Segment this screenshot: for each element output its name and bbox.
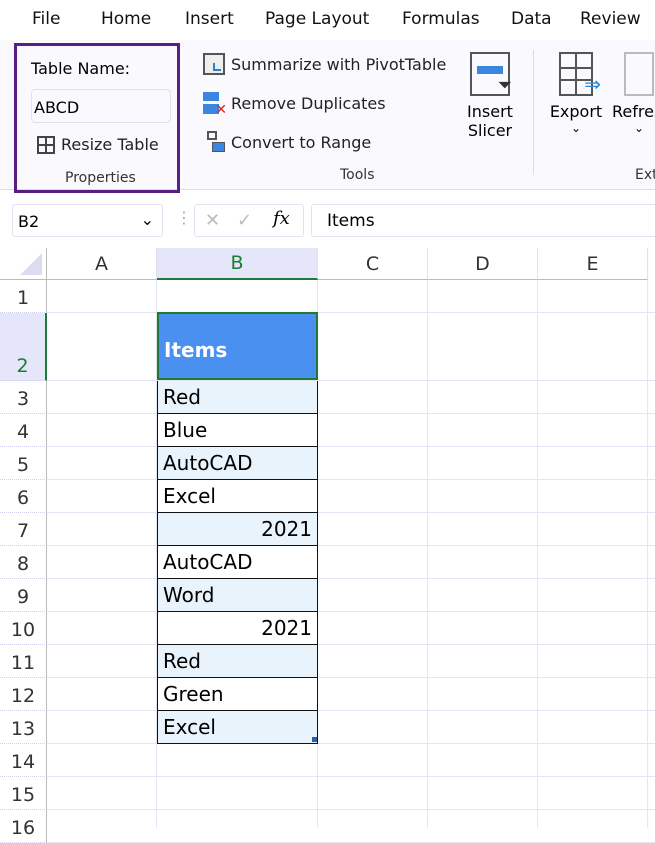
gridline: [47, 776, 655, 777]
chevron-down-icon: ⌄: [634, 121, 645, 135]
convert-to-range-button[interactable]: Convert to Range: [203, 131, 371, 153]
tools-group-label: Tools: [340, 167, 375, 183]
row-header-8[interactable]: 8: [0, 546, 47, 579]
tab-insert[interactable]: Insert: [185, 9, 234, 29]
row-header-6[interactable]: 6: [0, 480, 47, 513]
tab-page-layout[interactable]: Page Layout: [265, 9, 369, 29]
gridline: [47, 743, 655, 744]
row-header-15[interactable]: 15: [0, 777, 47, 810]
row-header-7[interactable]: 7: [0, 513, 47, 546]
chevron-down-icon: ⌄: [140, 210, 154, 229]
row-header-13[interactable]: 13: [0, 711, 47, 744]
row-header-14[interactable]: 14: [0, 744, 47, 777]
row-header-5[interactable]: 5: [0, 447, 47, 480]
column-header-E[interactable]: E: [538, 248, 648, 280]
gridline: [47, 545, 655, 546]
row-header-4[interactable]: 4: [0, 414, 47, 447]
gridline: [47, 677, 655, 678]
tab-formulas[interactable]: Formulas: [402, 9, 480, 29]
table-cell[interactable]: Excel: [157, 480, 318, 513]
row-header-10[interactable]: 10: [0, 612, 47, 645]
name-box[interactable]: B2 ⌄: [12, 204, 163, 237]
refresh-button[interactable]: Refres ⌄: [612, 52, 655, 135]
chevron-down-icon: ⌄: [570, 121, 582, 135]
formula-buttons: ✕ ✓ fx: [194, 204, 304, 237]
row-header-1[interactable]: 1: [0, 280, 47, 313]
column-header-C[interactable]: C: [318, 248, 428, 280]
table-header-cell[interactable]: Items: [157, 312, 318, 380]
column-header-B[interactable]: B: [157, 248, 318, 280]
gridline: [47, 479, 655, 480]
table-cell[interactable]: Red: [157, 645, 318, 678]
gridline: [47, 611, 655, 612]
row-header-2[interactable]: 2: [0, 313, 47, 381]
column-header-A[interactable]: A: [47, 248, 157, 280]
select-all-button[interactable]: [0, 248, 47, 280]
enter-icon[interactable]: ✓: [237, 210, 252, 231]
export-icon: ⇒: [559, 52, 601, 96]
column-header-D[interactable]: D: [428, 248, 538, 280]
table-cell[interactable]: AutoCAD: [157, 546, 318, 579]
table-cell[interactable]: Excel: [157, 711, 318, 744]
table-name-label: Table Name:: [31, 59, 131, 78]
row-header-12[interactable]: 12: [0, 678, 47, 711]
table-cell[interactable]: Word: [157, 579, 318, 612]
tab-file[interactable]: File: [32, 9, 60, 29]
table-cell[interactable]: Green: [157, 678, 318, 711]
tab-review[interactable]: Review: [580, 9, 641, 29]
table-cell[interactable]: Blue: [157, 414, 318, 447]
pivot-table-icon: [203, 53, 225, 75]
gridline: [647, 280, 648, 828]
gridline: [47, 644, 655, 645]
tab-data[interactable]: Data: [511, 9, 552, 29]
row-header-9[interactable]: 9: [0, 579, 47, 612]
remove-duplicates-icon: ✕: [203, 92, 227, 118]
gridline: [47, 578, 655, 579]
external-group-label: Ext: [635, 167, 655, 183]
gridline: [47, 710, 655, 711]
gridline: [537, 280, 538, 828]
summarize-pivot-button[interactable]: Summarize with PivotTable: [203, 53, 446, 75]
formula-bar: B2 ⌄ ⋮ ✕ ✓ fx Items: [0, 200, 655, 240]
export-button[interactable]: ⇒ Export ⌄: [548, 52, 604, 135]
table-resize-handle[interactable]: [312, 737, 317, 742]
row-header-3[interactable]: 3: [0, 381, 47, 414]
table-cell[interactable]: 2021: [157, 513, 318, 546]
cancel-icon[interactable]: ✕: [205, 210, 220, 231]
drag-handle-icon[interactable]: ⋮: [176, 208, 192, 227]
gridline: [47, 809, 655, 810]
table-cell[interactable]: 2021: [157, 612, 318, 645]
resize-table-icon: [37, 135, 55, 154]
table-name-input[interactable]: ABCD: [31, 89, 171, 123]
table-cell[interactable]: Red: [157, 381, 318, 414]
gridline: [47, 446, 655, 447]
row-header-11[interactable]: 11: [0, 645, 47, 678]
refresh-icon: [624, 52, 654, 96]
gridline: [47, 512, 655, 513]
gridline: [47, 413, 655, 414]
resize-table-button[interactable]: Resize Table: [37, 135, 159, 154]
insert-function-button[interactable]: fx: [273, 208, 290, 229]
gridline: [47, 380, 655, 381]
remove-duplicates-button[interactable]: ✕ Remove Duplicates: [203, 92, 386, 118]
group-divider: [533, 50, 534, 175]
insert-slicer-button[interactable]: ⏷ Insert Slicer: [462, 52, 518, 152]
gridline: [427, 280, 428, 828]
convert-range-icon: [203, 131, 225, 153]
gridline: [47, 312, 655, 313]
slicer-icon: ⏷: [470, 52, 512, 96]
table-cell[interactable]: AutoCAD: [157, 447, 318, 480]
properties-group-label: Properties: [65, 170, 136, 186]
properties-group: Table Name: ABCD Resize Table Properties: [14, 43, 180, 193]
formula-input[interactable]: Items: [311, 204, 655, 237]
ribbon: Table Name: ABCD Resize Table Properties…: [0, 40, 655, 193]
row-header-16[interactable]: 16: [0, 810, 47, 843]
tab-home[interactable]: Home: [101, 9, 151, 29]
